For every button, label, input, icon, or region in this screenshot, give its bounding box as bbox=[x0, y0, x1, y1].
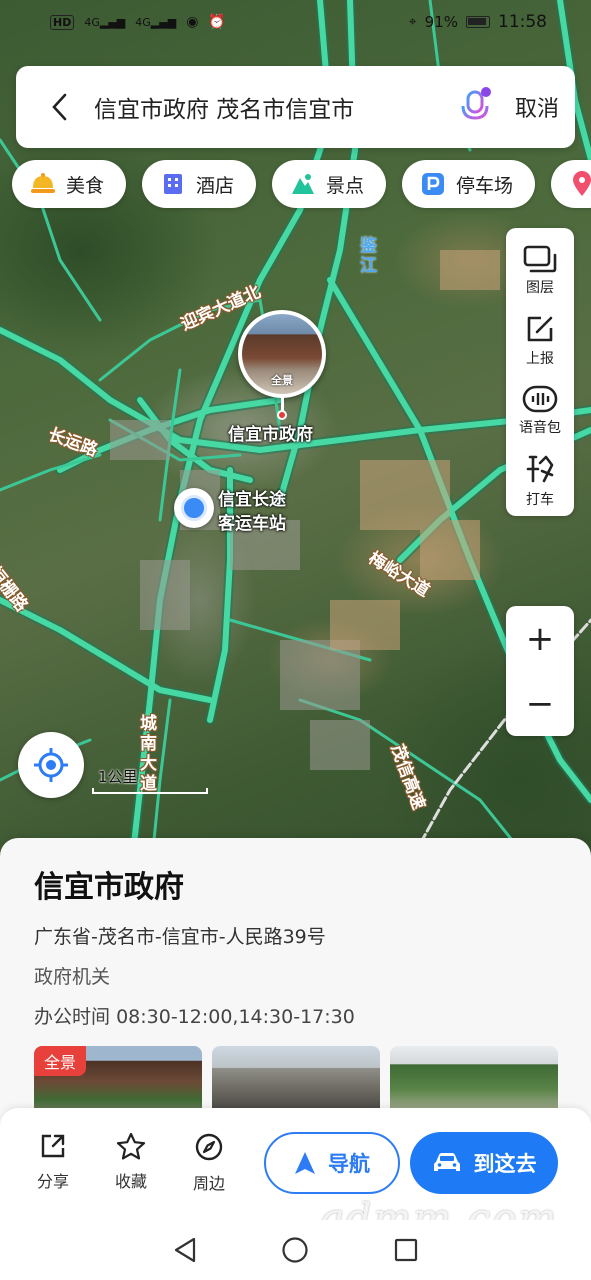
layers-icon bbox=[523, 245, 557, 273]
poi-photo-label: 全景 bbox=[271, 374, 293, 387]
battery-icon bbox=[466, 16, 490, 28]
search-bar[interactable]: 信宜市政府 茂名市信宜市 取消 bbox=[16, 66, 575, 148]
pin-icon bbox=[569, 171, 591, 197]
chip-parking-label: 停车场 bbox=[456, 174, 514, 197]
poi-photo-marker[interactable]: 全景 bbox=[238, 310, 326, 398]
circle-home-icon bbox=[282, 1237, 309, 1263]
poi-dot[interactable] bbox=[277, 410, 287, 420]
battery-percent: 91% bbox=[424, 13, 458, 31]
back-arrow-icon bbox=[52, 93, 67, 121]
parking-icon bbox=[420, 171, 446, 197]
signal-4g-2-label: 4G bbox=[135, 15, 151, 29]
map-scale: 1公里 bbox=[92, 766, 208, 796]
hotel-icon bbox=[160, 171, 186, 197]
scale-bar bbox=[92, 788, 208, 794]
scenic-icon bbox=[290, 171, 316, 197]
tool-layers-label: 图层 bbox=[526, 280, 554, 296]
triangle-back-icon bbox=[175, 1237, 196, 1263]
eye-icon: ◉ bbox=[186, 14, 199, 30]
crosshair-icon bbox=[34, 748, 68, 782]
navigation-arrow-icon bbox=[295, 1152, 315, 1174]
signal-4g-label: 4G bbox=[84, 15, 100, 29]
navigate-button[interactable]: 导航 bbox=[264, 1132, 400, 1194]
chip-more[interactable] bbox=[551, 160, 591, 208]
panorama-badge: 全景 bbox=[34, 1046, 87, 1076]
chip-food[interactable]: 美食 bbox=[12, 160, 127, 208]
scale-label: 1公里 bbox=[98, 768, 138, 786]
zoom-in-button[interactable]: + bbox=[506, 606, 574, 671]
tool-report[interactable]: 上报 bbox=[506, 306, 574, 376]
microphone-icon bbox=[461, 87, 491, 125]
status-right: ⌖ 91% 11:58 bbox=[409, 12, 547, 32]
place-hours: 办公时间 08:30-12:00,14:30-17:30 bbox=[34, 1002, 355, 1029]
system-navigation-bar bbox=[0, 1220, 591, 1280]
voice-pack-icon bbox=[522, 385, 558, 413]
star-icon bbox=[116, 1132, 146, 1160]
locate-me-button[interactable] bbox=[18, 732, 84, 798]
system-home-button[interactable] bbox=[278, 1233, 312, 1267]
poi-photo: 全景 bbox=[242, 314, 322, 394]
map-tools: 图层 上报 语音包 打车 bbox=[506, 228, 574, 516]
back-button[interactable] bbox=[46, 87, 72, 127]
nearby-label: 周边 bbox=[192, 1174, 225, 1193]
zoom-out-button[interactable]: − bbox=[506, 671, 574, 736]
chip-food-label: 美食 bbox=[66, 174, 105, 197]
share-button[interactable]: 分享 bbox=[28, 1132, 78, 1192]
station-label[interactable]: 信宜长途 客运车站 bbox=[218, 488, 286, 536]
current-location-marker bbox=[174, 488, 214, 528]
chip-scenic-label: 景点 bbox=[326, 174, 365, 197]
chip-scenic[interactable]: 景点 bbox=[272, 160, 387, 208]
nearby-button[interactable]: 周边 bbox=[184, 1132, 234, 1194]
place-category: 政府机关 bbox=[34, 966, 111, 988]
clock: 11:58 bbox=[498, 12, 547, 32]
report-icon bbox=[527, 316, 553, 342]
hours-label: 办公时间 bbox=[34, 1006, 111, 1028]
tool-voice-pack[interactable]: 语音包 bbox=[506, 376, 574, 446]
chip-parking[interactable]: 停车场 bbox=[402, 160, 536, 208]
station-label-line1: 信宜长途 bbox=[218, 490, 286, 510]
tool-layers[interactable]: 图层 bbox=[506, 236, 574, 306]
favorite-label: 收藏 bbox=[114, 1172, 147, 1191]
chip-hotel-label: 酒店 bbox=[196, 174, 235, 197]
car-icon bbox=[433, 1153, 460, 1171]
poi-map-label[interactable]: 信宜市政府 bbox=[228, 420, 313, 445]
category-chips: 美食 酒店 景点 停车场 bbox=[12, 160, 591, 208]
cancel-button[interactable]: 取消 bbox=[515, 91, 559, 123]
tool-report-label: 上报 bbox=[526, 351, 554, 367]
hours-value: 08:30-12:00,14:30-17:30 bbox=[116, 1006, 355, 1028]
road-label-jianjiang: 鉴江 bbox=[360, 236, 377, 276]
location-pin-icon: ⌖ bbox=[408, 14, 417, 30]
share-icon bbox=[41, 1134, 65, 1158]
place-address: 广东省-茂名市-信宜市-人民路39号 bbox=[34, 926, 326, 948]
share-label: 分享 bbox=[36, 1172, 69, 1191]
go-here-button[interactable]: 到这去 bbox=[410, 1132, 558, 1194]
square-recents-icon bbox=[394, 1238, 417, 1262]
system-recents-button[interactable] bbox=[389, 1233, 423, 1267]
tool-taxi[interactable]: 打车 bbox=[506, 446, 574, 516]
station-label-line2: 客运车站 bbox=[218, 514, 286, 534]
voice-search-button[interactable] bbox=[455, 85, 495, 129]
place-name: 信宜市政府 bbox=[34, 870, 184, 905]
favorite-button[interactable]: 收藏 bbox=[106, 1132, 156, 1192]
navigate-label: 导航 bbox=[328, 1152, 370, 1176]
food-icon bbox=[30, 171, 56, 197]
tool-taxi-label: 打车 bbox=[526, 492, 554, 508]
signal-4g-2-icon: 4G▂▄▆ bbox=[135, 15, 177, 29]
alarm-icon: ⏰ bbox=[208, 14, 226, 30]
compass-icon bbox=[195, 1133, 223, 1161]
chip-hotel[interactable]: 酒店 bbox=[142, 160, 257, 208]
status-left: HD 4G▂▄▆ 4G▂▄▆ ◉ ⏰ bbox=[50, 14, 226, 30]
search-query[interactable]: 信宜市政府 茂名市信宜市 bbox=[94, 90, 455, 124]
hd-icon: HD bbox=[50, 14, 75, 30]
taxi-icon bbox=[526, 455, 554, 483]
signal-4g-icon: 4G▂▄▆ bbox=[84, 15, 126, 29]
tool-voice-pack-label: 语音包 bbox=[519, 420, 561, 436]
zoom-controls: + − bbox=[506, 606, 574, 736]
go-here-label: 到这去 bbox=[473, 1152, 537, 1176]
system-back-button[interactable] bbox=[168, 1233, 202, 1267]
status-bar: HD 4G▂▄▆ 4G▂▄▆ ◉ ⏰ ⌖ 91% 11:58 bbox=[0, 0, 591, 44]
